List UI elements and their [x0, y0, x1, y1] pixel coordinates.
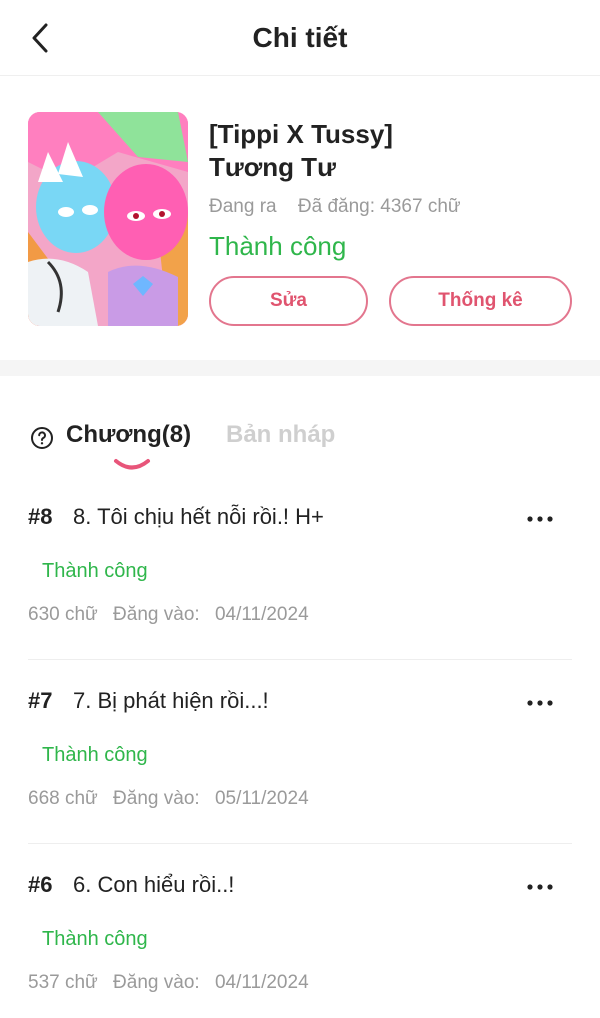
tab-bar: Chương(8) Bản nháp: [0, 376, 600, 476]
more-options-button[interactable]: [520, 504, 560, 534]
chapter-word-count: 630 chữ: [28, 604, 98, 625]
chapter-word-count: 537 chữ: [28, 972, 98, 993]
chapter-status: Thành công: [42, 928, 148, 950]
tab-chapters[interactable]: Chương(8): [66, 421, 191, 449]
chapter-title: 6. Con hiểu rồi..!: [73, 872, 235, 897]
more-options-button[interactable]: [520, 688, 560, 718]
chapter-word-count: 668 chữ: [28, 788, 98, 809]
book-title: [Tippi X Tussy] Tương Tư: [209, 118, 579, 184]
book-title-line-2: Tương Tư: [209, 152, 336, 182]
section-divider: [0, 360, 600, 376]
page-title: Chi tiết: [252, 22, 348, 53]
chapter-title: 7. Bị phát hiện rồi...!: [73, 688, 269, 713]
active-tab-indicator: [114, 459, 150, 470]
chapter-posted-label: Đăng vào:: [113, 604, 200, 625]
book-meta: Đang ra Đã đăng: 4367 chữ: [209, 196, 461, 218]
chapter-status: Thành công: [42, 560, 148, 582]
chapter-date: 05/11/2024: [214, 788, 309, 809]
top-bar: Chi tiết: [0, 0, 600, 76]
book-title-line-1: [Tippi X Tussy]: [209, 119, 393, 149]
chapter-status: Thành công: [42, 744, 148, 766]
book-status: Thành công: [209, 231, 347, 261]
chapter-number: #8: [28, 504, 53, 529]
chapter-meta: 537 chữ Đăng vào: 04/11/2024: [28, 972, 309, 994]
edit-button[interactable]: Sửa: [209, 276, 368, 326]
chapter-date: 04/11/2024: [214, 972, 309, 993]
more-horizontal-icon: [527, 700, 553, 706]
chapter-posted-label: Đăng vào:: [113, 972, 200, 993]
chapter-meta: 668 chữ Đăng vào: 05/11/2024: [28, 788, 309, 810]
chapter-title: 8. Tôi chịu hết nỗi rồi.! H+: [73, 504, 324, 529]
statistics-button[interactable]: Thống kê: [389, 276, 572, 326]
chapter-number: #6: [28, 872, 53, 897]
chapter-item[interactable]: #6 6. Con hiểu rồi..! Thành công 537 chữ…: [28, 844, 572, 1018]
book-cover-image[interactable]: [28, 112, 188, 326]
more-options-button[interactable]: [520, 872, 560, 902]
book-state: Đang ra: [209, 196, 277, 217]
more-horizontal-icon: [527, 884, 553, 890]
tab-drafts[interactable]: Bản nháp: [226, 421, 335, 449]
chapter-date: 04/11/2024: [214, 604, 309, 625]
chapter-meta: 630 chữ Đăng vào: 04/11/2024: [28, 604, 309, 626]
chapter-posted-label: Đăng vào:: [113, 788, 200, 809]
more-horizontal-icon: [527, 516, 553, 522]
chapter-number: #7: [28, 688, 53, 713]
chapter-item[interactable]: #7 7. Bị phát hiện rồi...! Thành công 66…: [28, 660, 572, 844]
book-summary: [Tippi X Tussy] Tương Tư Đang ra Đã đăng…: [0, 76, 600, 360]
chapter-item[interactable]: #8 8. Tôi chịu hết nỗi rồi.! H+ Thành cô…: [28, 476, 572, 660]
book-word-count: Đã đăng: 4367 chữ: [297, 196, 461, 217]
help-icon[interactable]: [30, 426, 54, 450]
